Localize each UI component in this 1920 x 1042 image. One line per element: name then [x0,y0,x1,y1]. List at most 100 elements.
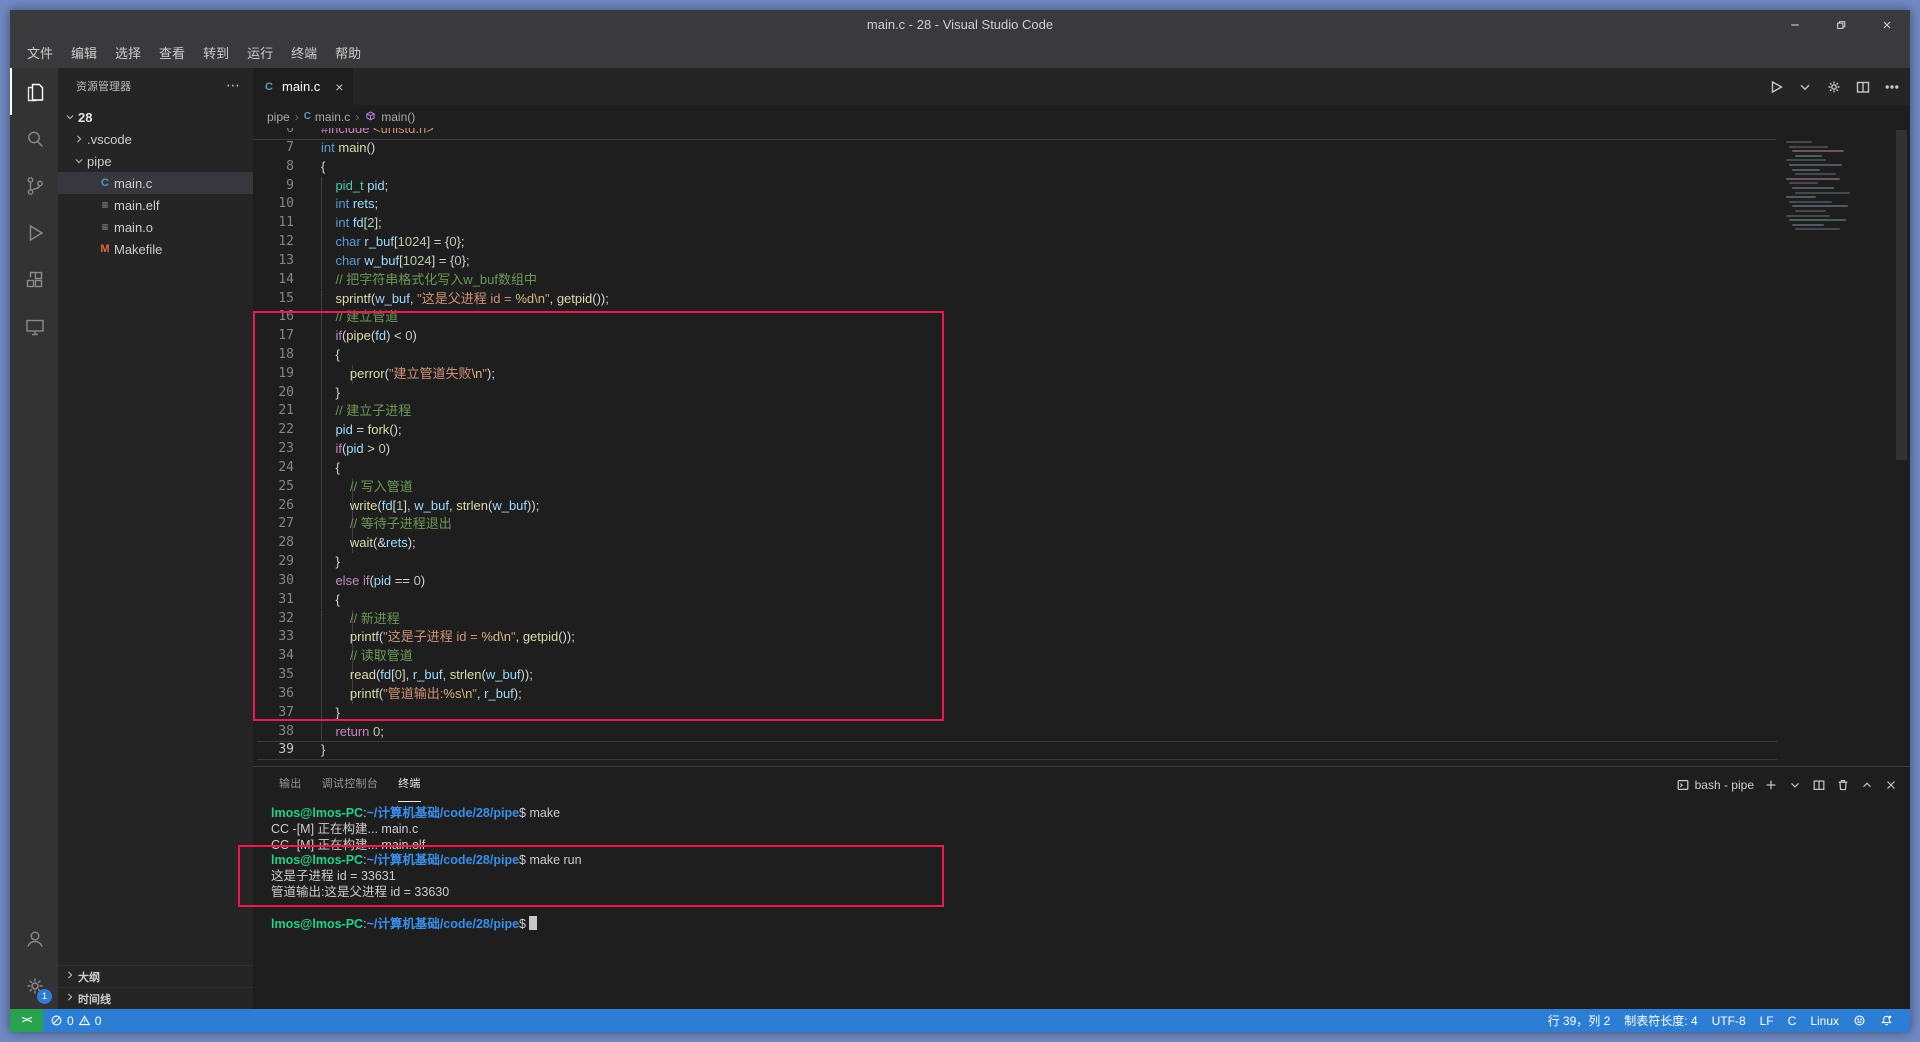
activity-item-settings[interactable]: 1 [10,962,58,1009]
split-editor-icon[interactable] [1855,79,1871,95]
more-actions-icon[interactable] [1884,79,1900,95]
tree-item-28[interactable]: 28 [58,106,253,128]
line-number: 8 [253,158,294,177]
menu-item[interactable]: 帮助 [326,43,370,65]
sidebar-title: 资源管理器 [76,78,131,94]
code-text: { [321,158,325,178]
split-terminal-icon[interactable] [1812,778,1826,792]
search-icon [10,115,58,162]
code-editor[interactable]: 6#include <unistd.h>7int main()8{9 pid_t… [253,128,1910,766]
tree-item--vscode[interactable]: .vscode [58,128,253,150]
code-line: 20 } [253,384,1910,403]
editor-scrollbar[interactable] [1896,130,1907,460]
sidebar-section-时间线[interactable]: 时间线 [58,987,253,1009]
code-text: // 等待子进程退出 [321,515,452,535]
activity-item-extensions[interactable] [10,256,58,303]
minimize-button[interactable] [1772,10,1818,40]
close-panel-icon[interactable] [1884,778,1898,792]
error-count: 0 [67,1014,74,1028]
twisty-right-icon [62,970,78,983]
tree-item-pipe[interactable]: pipe [58,150,253,172]
status-item[interactable]: C [1781,1009,1804,1032]
menu-item[interactable]: 文件 [18,43,62,65]
file-tree: 28.vscodepipeCmain.c≡main.elf≡main.oMMak… [58,106,253,260]
sidebar-section-大纲[interactable]: 大纲 [58,965,253,987]
close-tab-icon[interactable]: × [335,79,343,95]
terminal-picker-icon[interactable] [1788,778,1802,792]
activity-item-run-and-debug[interactable] [10,209,58,256]
status-item[interactable]: 制表符长度: 4 [1617,1009,1704,1032]
panel-tab-输出[interactable]: 输出 [279,767,302,802]
status-item[interactable]: 行 39，列 2 [1541,1009,1618,1032]
explorer-sidebar: 资源管理器 ⋯ 28.vscodepipeCmain.c≡main.elf≡ma… [58,68,253,1009]
line-number: 30 [253,572,294,591]
code-line: 29 } [253,553,1910,572]
status-item[interactable]: UTF-8 [1705,1009,1753,1032]
tree-item-Makefile[interactable]: MMakefile [58,238,253,260]
menu-item[interactable]: 转到 [194,43,238,65]
notifications-icon[interactable] [1873,1009,1900,1032]
terminal-session[interactable]: bash - pipe [1676,778,1754,792]
terminal-output[interactable]: lmos@lmos-PC:~/计算机基础/code/28/pipe$ makeC… [271,805,1890,1005]
breadcrumb-item[interactable]: main() [364,110,415,124]
activity-item-account[interactable] [10,915,58,962]
feedback-icon[interactable] [1846,1009,1873,1032]
menu-item[interactable]: 终端 [282,43,326,65]
menu-item[interactable]: 选择 [106,43,150,65]
run-picker-icon[interactable] [1797,79,1813,95]
maximize-panel-icon[interactable] [1860,778,1874,792]
editor-actions [1768,68,1900,105]
code-line: 11 int fd[2]; [253,214,1910,233]
activity-item-search[interactable] [10,115,58,162]
tree-item-main-elf[interactable]: ≡main.elf [58,194,253,216]
menu-item[interactable]: 查看 [150,43,194,65]
activity-item-source-control[interactable] [10,162,58,209]
code-line: 9 pid_t pid; [253,177,1910,196]
code-text: } [321,384,340,404]
make-file-icon: M [96,243,114,255]
minimap[interactable] [1786,141,1864,237]
tree-item-main-c[interactable]: Cmain.c [58,172,253,194]
c-file-icon: C [263,81,275,93]
menu-item[interactable]: 运行 [238,43,282,65]
activity-item-explorer[interactable] [10,68,58,115]
new-terminal-icon[interactable] [1764,778,1778,792]
line-number: 26 [253,497,294,516]
line-number: 20 [253,384,294,403]
status-item[interactable]: Linux [1803,1009,1846,1032]
remote-indicator[interactable]: >< [10,1009,43,1032]
panel-tabs: 输出调试控制台终端 [279,767,441,802]
run-or-debug-icon[interactable] [1768,79,1784,95]
code-line: 18 { [253,346,1910,365]
terminal-line: 管道输出:这是父进程 id = 33630 [271,884,449,901]
restore-button[interactable] [1818,10,1864,40]
window-controls [1772,10,1910,40]
code-line: 21 // 建立子进程 [253,402,1910,421]
kill-terminal-icon[interactable] [1836,778,1850,792]
problems-status[interactable]: 0 0 [43,1009,108,1032]
code-text: return 0; [321,723,384,743]
line-number: 21 [253,402,294,421]
menu-item[interactable]: 编辑 [62,43,106,65]
code-line: 33 printf("这是子进程 id = %d\n", getpid()); [253,628,1910,647]
more-actions-icon[interactable]: ⋯ [226,77,241,94]
tree-item-main-o[interactable]: ≡main.o [58,216,253,238]
code-text: perror("建立管道失败\n"); [321,365,495,385]
settings-gear-icon[interactable] [1826,79,1842,95]
line-number: 18 [253,346,294,365]
tab-main-c[interactable]: C main.c × [253,68,354,105]
twisty-right-icon [71,132,87,147]
breadcrumb-item[interactable]: Cmain.c [304,110,351,124]
bin-file-icon: ≡ [96,198,114,212]
code-line: 34 // 读取管道 [253,647,1910,666]
code-line: 38 return 0; [253,723,1910,742]
tree-item-label: main.c [114,176,152,191]
breadcrumb-item[interactable]: pipe [267,110,290,124]
status-item[interactable]: LF [1753,1009,1781,1032]
close-button[interactable] [1864,10,1910,40]
code-text: char r_buf[1024] = {0}; [321,233,465,253]
panel-header: 输出调试控制台终端 bash - pipe [253,767,1910,802]
panel-tab-调试控制台[interactable]: 调试控制台 [322,767,379,802]
panel-tab-终端[interactable]: 终端 [398,767,421,802]
activity-item-remote-explorer[interactable] [10,303,58,350]
